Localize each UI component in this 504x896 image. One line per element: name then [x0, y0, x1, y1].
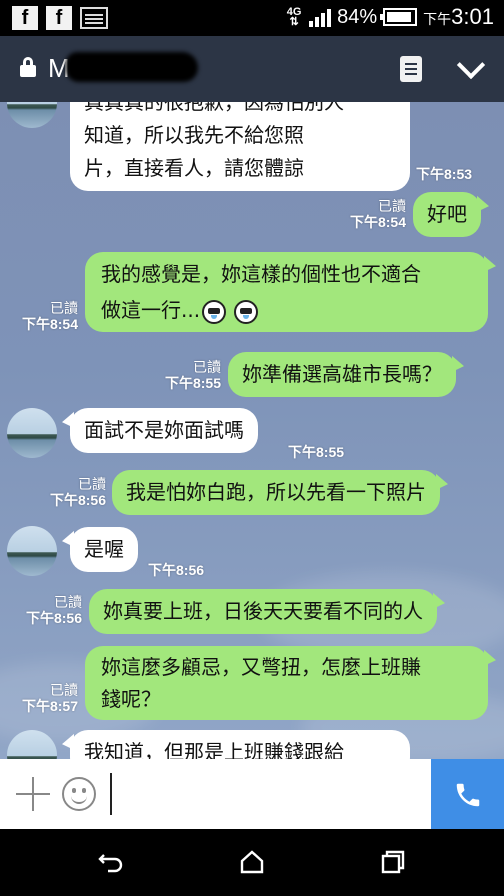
- facebook-icon: f: [46, 6, 72, 30]
- message-meta: 已讀 下午8:56: [25, 594, 82, 626]
- message-bubble-outgoing[interactable]: 妳準備選高雄市長嗎？: [228, 352, 456, 397]
- message-meta: 已讀 下午8:54: [21, 300, 78, 332]
- status-ampm: 下午: [423, 11, 452, 27]
- message-input[interactable]: [110, 773, 420, 815]
- crying-face-icon: [202, 299, 227, 324]
- battery-icon: [380, 8, 418, 26]
- note-icon[interactable]: [400, 56, 422, 82]
- chevron-down-icon[interactable]: [454, 52, 486, 84]
- recents-icon[interactable]: [378, 847, 408, 877]
- signal-icon: [309, 7, 332, 27]
- phone-icon: [456, 783, 480, 807]
- avatar[interactable]: [7, 408, 57, 458]
- message-bubble-outgoing[interactable]: 妳真要上班，日後天天要看不同的人: [89, 589, 437, 634]
- message-time: 下午8:55: [288, 444, 345, 460]
- message-meta: 已讀 下午8:54: [349, 198, 406, 230]
- message-bubble-outgoing[interactable]: 我是怕妳白跑，所以先看一下照片: [112, 470, 440, 515]
- call-button[interactable]: [431, 759, 504, 829]
- message-time: 下午8:56: [148, 562, 205, 578]
- image-icon: [80, 7, 108, 29]
- message-input-bar: [0, 759, 504, 829]
- message-bubble-incoming[interactable]: 面試不是妳面試嗎: [70, 408, 258, 453]
- message-bubble-outgoing[interactable]: 妳這麼多顧忌，又彆扭，怎麼上班賺 錢呢？: [85, 646, 488, 720]
- lock-icon: [20, 57, 36, 77]
- avatar[interactable]: [7, 102, 57, 128]
- back-icon[interactable]: [96, 847, 126, 877]
- redacted-name: [66, 52, 198, 82]
- avatar[interactable]: [7, 526, 57, 576]
- message-bubble-outgoing[interactable]: 我的感覺是，妳這樣的個性也不適合 做這一行...: [85, 252, 488, 332]
- message-bubble-incoming[interactable]: 是喔: [70, 527, 138, 572]
- navigation-bar: [0, 829, 504, 896]
- message-time: 下午8:53: [416, 166, 473, 182]
- message-bubble-incoming[interactable]: 真真真的很抱歉，因為怕別人 知道，所以我先不給您照 片，直接看人，請您體諒: [70, 102, 410, 191]
- home-icon[interactable]: [237, 847, 267, 877]
- status-bar: f f 4G ⇅ 84% 下午3:01: [0, 0, 504, 36]
- network-type: 4G ⇅: [286, 6, 302, 28]
- message-meta: 已讀 下午8:56: [49, 476, 106, 508]
- battery-percent: 84%: [337, 5, 378, 28]
- message-bubble-incoming[interactable]: 我知道，但那是上班賺錢跟給: [70, 730, 410, 759]
- message-meta: 已讀 下午8:55: [164, 359, 221, 391]
- crying-face-icon: [234, 299, 259, 324]
- message-bubble-outgoing[interactable]: 好吧: [413, 192, 481, 237]
- message-meta: 已讀 下午8:57: [21, 682, 78, 714]
- facebook-icon: f: [12, 6, 38, 30]
- status-time: 3:01: [451, 4, 494, 29]
- emoji-icon[interactable]: [62, 777, 96, 811]
- chat-header: M: [0, 36, 504, 102]
- plus-icon[interactable]: [16, 777, 50, 811]
- chat-area[interactable]: 真真真的很抱歉，因為怕別人 知道，所以我先不給您照 片，直接看人，請您體諒 下午…: [0, 102, 504, 759]
